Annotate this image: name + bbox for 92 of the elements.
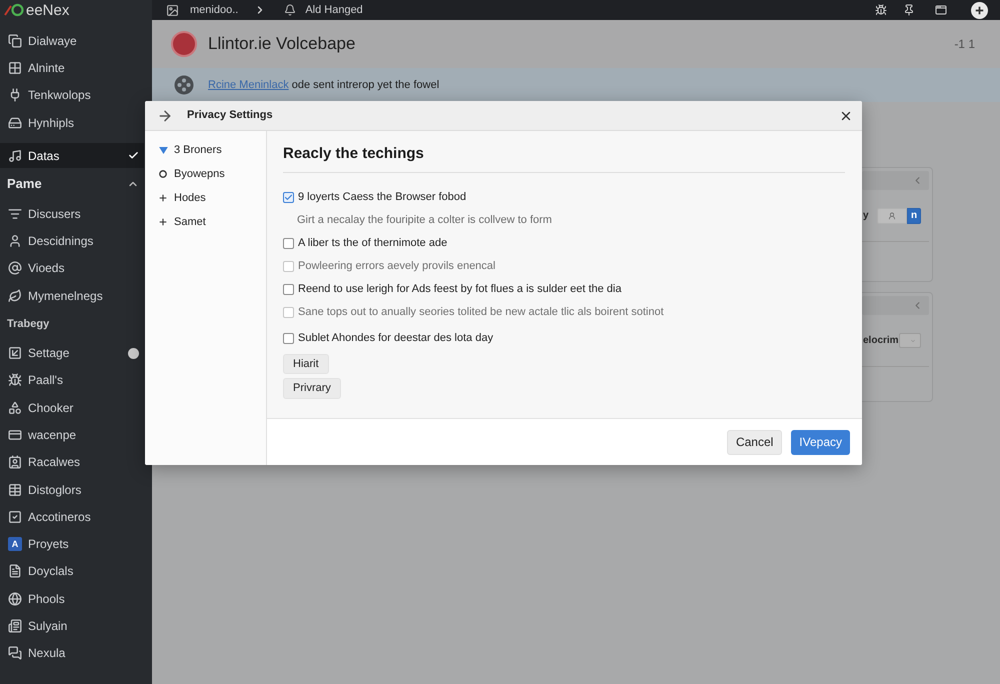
letter-tile-icon: A [8,537,22,552]
sidebar-item[interactable]: Dialwaye [0,27,144,54]
nav-item[interactable]: 3 Broners [145,138,266,162]
at-sign-icon [8,261,22,276]
plus-icon[interactable] [158,193,168,203]
newspaper-icon [8,618,22,633]
drive-icon [8,116,22,130]
table-icon [8,482,22,496]
nav-item[interactable]: Byowepns [145,162,266,186]
logo-text: eeNex [26,2,70,18]
sidebar-item[interactable]: Accotineros [0,503,144,530]
card-icon [8,428,22,442]
leaf-icon [8,288,22,303]
page-title: Llintor.ie Volcebape [208,33,356,56]
sidebar-item[interactable]: Sulyain [0,612,144,640]
cancel-button[interactable]: Cancel [726,430,782,454]
check-icon [128,150,139,162]
sidebar-item[interactable]: wacenpe [0,421,144,449]
check-icon [284,193,293,202]
dialog-title: Privacy Settings [187,108,273,124]
action-button[interactable]: Hiarit [283,354,329,374]
person-icon [888,212,896,220]
action-button[interactable]: Privrary [283,378,341,399]
banner-message: Rcine Meninlack ode sent intrerop yet the fowel [208,78,440,93]
nav-item[interactable]: Samet [145,210,266,234]
section-heading: Reacly the techings [283,144,425,164]
circle-icon[interactable] [159,170,167,178]
counter-text: -1 1 [954,36,975,53]
section-header[interactable]: Pame [0,168,144,200]
checkbox[interactable] [283,284,294,295]
row-label: elocrim [863,334,899,348]
contact-card-icon [8,455,22,470]
plug-icon [8,88,22,102]
sidebar-item[interactable]: A Proyets [0,530,144,558]
window-icon[interactable] [935,4,947,16]
sidebar-item[interactable]: Doyclals [0,558,144,586]
caret-down-icon [910,338,916,344]
checkbox-icon [8,510,22,524]
segment-toggle[interactable] [877,208,907,224]
sidebar-item[interactable]: Mymenelnegs [0,282,144,310]
bug-icon[interactable] [875,4,887,16]
sidebar-item[interactable]: Vioeds [0,254,144,282]
avatar [171,31,197,57]
option-label: Sane tops out to anually seories tolited be new actale tlic als boirent sotinot [298,305,664,320]
sidebar-item[interactable]: Chooker [0,394,144,422]
option-label: Sublet Ahondes for deestar des lota day [298,331,494,346]
option-label: Powleering errors aevely provils enencal [298,259,496,274]
sidebar-item[interactable]: Settage [0,339,144,367]
pin-icon[interactable] [903,4,915,16]
sidebar-item[interactable]: Alninte [0,54,144,82]
option-label: 9 loyerts Caess the Browser fobod [298,190,466,206]
bug-icon [8,373,22,388]
caret-down-icon[interactable] [158,146,168,154]
option-label: Reend to use lerigh for Ads feest by fot flues a is sulder eet the dia [298,282,622,298]
breadcrumb-link[interactable]: menidoo.. [190,2,238,18]
add-icon[interactable] [971,2,988,18]
plus-icon[interactable] [158,217,168,227]
sidebar-item[interactable]: Racalwes [0,448,144,476]
breadcrumb-link[interactable]: Ald Hanged [305,2,363,18]
option-label: A liber ts the of thernimote ade [298,236,448,252]
checkbox[interactable] [283,192,294,203]
document-icon [8,564,22,578]
bell-icon [284,4,296,16]
reel-icon [174,75,194,95]
chat-icon [8,646,22,660]
music-note-icon [8,148,22,163]
section-label: Trabegy [7,317,50,332]
select-field[interactable] [898,333,921,348]
row-label: y [863,209,869,223]
image-icon [166,4,179,16]
globe-icon [8,592,22,606]
shapes-icon [8,400,22,415]
option-description: Girt a necalay the fouripite a colter is collvew to form [297,213,552,228]
segment-toggle[interactable]: n [907,208,921,224]
grid-icon [8,60,22,75]
checkbox[interactable] [283,238,294,249]
nav-item[interactable]: Hodes [145,186,266,210]
logo-icon [4,3,24,17]
sidebar-item[interactable]: Datas [0,143,144,168]
sidebar-item[interactable]: Discusers [0,200,144,228]
copy-icon [8,34,22,48]
sidebar-item[interactable]: Descidnings [0,227,144,255]
sidebar-item[interactable]: Tenkwolops [0,82,144,109]
sidebar-item[interactable]: Hynhipls [0,108,144,136]
sidebar-item[interactable]: Phools [0,585,144,612]
checkbox[interactable] [283,333,294,344]
sidebar-item[interactable]: Distoglors [0,476,144,504]
confirm-button[interactable]: IVepacy [791,430,850,454]
filter-icon [8,206,22,221]
user-icon [8,234,22,248]
sidebar-item[interactable]: Paall's [0,366,144,394]
sidebar-item[interactable]: Nexula [0,640,144,667]
